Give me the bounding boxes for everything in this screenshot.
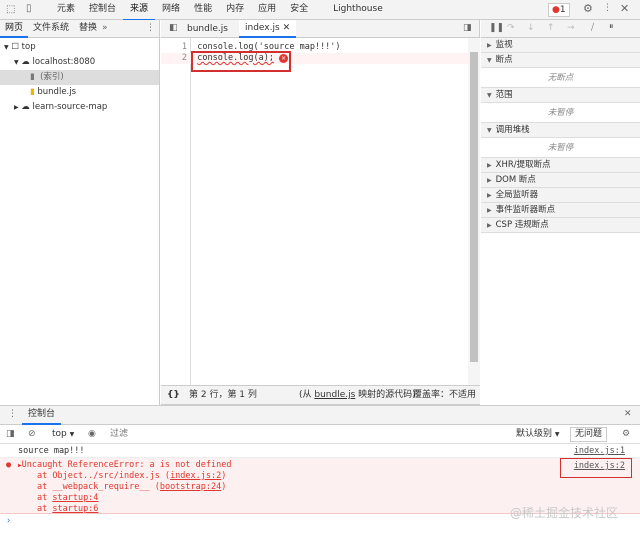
- navigator-panel: 网页 文件系统 替换» ⋮ ▼ ☐ top ▼ ☁ localhost:8080 ▮…: [0, 20, 160, 405]
- section-watch[interactable]: ▶ 监视: [481, 38, 640, 53]
- error-count: 1: [559, 5, 566, 15]
- console-settings-icon[interactable]: ⚙: [622, 425, 630, 443]
- settings-icon[interactable]: ⚙: [583, 2, 593, 15]
- section-scope[interactable]: ▼ 范围: [481, 88, 640, 103]
- tree-item-index[interactable]: ▮ (索引): [0, 70, 159, 85]
- tab-elements[interactable]: 元素: [50, 0, 82, 19]
- tab-console[interactable]: 控制台: [82, 0, 123, 19]
- source-map-link[interactable]: bundle.js: [314, 390, 355, 400]
- section-callstack[interactable]: ▼ 调用堆栈: [481, 123, 640, 138]
- error-icon: ●: [552, 5, 560, 15]
- tab-page[interactable]: 网页: [0, 20, 29, 38]
- close-icon[interactable]: ✕: [620, 2, 629, 15]
- more-tabs-icon[interactable]: »: [102, 23, 108, 33]
- error-count-badge[interactable]: ●1: [548, 3, 570, 17]
- tab-filesystem[interactable]: 文件系统: [28, 20, 74, 36]
- frame-icon: ☐: [11, 42, 19, 52]
- issues-button[interactable]: 无问题: [570, 427, 608, 442]
- section-global-listeners[interactable]: ▶ 全局监听器: [481, 188, 640, 203]
- section-dom-breakpoints[interactable]: ▶ DOM 断点: [481, 173, 640, 188]
- cloud-icon: ☁: [21, 102, 30, 112]
- step-out-icon[interactable]: ↑: [547, 23, 555, 33]
- tab-overrides[interactable]: 替换: [74, 20, 102, 36]
- stack-link[interactable]: index.js:2: [170, 471, 221, 481]
- filter-input[interactable]: [110, 427, 500, 441]
- pretty-print-icon[interactable]: {}: [167, 386, 180, 405]
- drawer-tabbar: ⋮ 控制台 ✕: [0, 405, 640, 425]
- tree-item-bundle[interactable]: ▮ bundle.js: [0, 85, 159, 100]
- section-csp-breakpoints[interactable]: ▶ CSP 违规断点: [481, 218, 640, 233]
- stack-link[interactable]: startup:4: [52, 493, 98, 503]
- section-breakpoints[interactable]: ▼ 断点: [481, 53, 640, 68]
- pause-icon[interactable]: ❚❚: [489, 23, 504, 33]
- error-icon: ●: [6, 460, 12, 470]
- console-toolbar: ◨ ⊘ top ▼ ◉ 默认级别 ▼ 无问题 ⚙: [0, 425, 640, 444]
- debugger-sidebar: ❚❚ ↷ ↓ ↑ → ⧸ ⏸ ▶ 监视 ▼ 断点 无断点 ▼ 范围 未暂停 ▼ 调用堆栈…: [481, 20, 640, 405]
- highlight-box: [191, 51, 291, 72]
- close-drawer-icon[interactable]: ✕: [624, 409, 632, 419]
- tab-memory[interactable]: 内存: [219, 0, 251, 19]
- toggle-navigator-icon[interactable]: ◧: [169, 23, 178, 33]
- js-file-icon: ▮: [30, 87, 35, 97]
- section-xhr-breakpoints[interactable]: ▶ XHR/提取断点: [481, 158, 640, 173]
- panel-tabs: 元素 控制台 来源 网络 性能 内存 应用 安全 Lighthouse: [50, 0, 390, 21]
- more-options-icon[interactable]: ⋮: [603, 3, 612, 13]
- more-options-icon[interactable]: ⋮: [146, 23, 155, 33]
- log-level-select[interactable]: 默认级别 ▼: [516, 425, 560, 444]
- devtools-toolbar: ⬚ ▯ 元素 控制台 来源 网络 性能 内存 应用 安全 Lighthouse ●1 ⚙ ⋮ ✕: [0, 0, 640, 21]
- editor-tab-bundle[interactable]: bundle.js: [187, 24, 228, 34]
- step-into-icon[interactable]: ↓: [527, 23, 535, 33]
- deactivate-breakpoints-icon[interactable]: ⧸: [591, 23, 594, 33]
- sidebar-toggle-icon[interactable]: ◨: [6, 425, 15, 443]
- console-log-message: source map!!! index.js:1: [0, 444, 640, 458]
- editor-status-bar: {} 第 2 行，第 1 列 (从 bundle.js 映射的源代码) 覆盖率：…: [161, 385, 480, 405]
- tab-security[interactable]: 安全: [283, 0, 315, 19]
- highlight-box: [560, 458, 632, 478]
- tab-network[interactable]: 网络: [155, 0, 187, 19]
- code-area[interactable]: 1 console.log('source map!!!') 2 console…: [161, 38, 468, 385]
- tree-item-top[interactable]: ▼ ☐ top: [0, 40, 159, 55]
- pause-on-exceptions-icon[interactable]: ⏸: [609, 22, 614, 32]
- toggle-debugger-icon[interactable]: ◨: [463, 23, 472, 33]
- tree-item-learn-source-map[interactable]: ▶ ☁ learn-source-map: [0, 100, 159, 115]
- file-icon: ▮: [30, 72, 35, 82]
- close-tab-icon[interactable]: ✕: [283, 23, 291, 33]
- drawer-menu-icon[interactable]: ⋮: [8, 409, 17, 419]
- inspect-element-icon[interactable]: ⬚: [6, 4, 15, 15]
- scrollbar[interactable]: [468, 38, 480, 385]
- watermark: @稀土掘金技术社区: [510, 506, 619, 520]
- device-toggle-icon[interactable]: ▯: [26, 3, 32, 14]
- tab-application[interactable]: 应用: [251, 0, 283, 19]
- editor-tab-index[interactable]: index.js ✕: [239, 20, 297, 38]
- step-over-icon[interactable]: ↷: [507, 23, 515, 33]
- editor-panel: ◧ bundle.js index.js ✕ ◨ 1 console.log('…: [161, 20, 480, 405]
- cloud-icon: ☁: [21, 57, 30, 67]
- tab-performance[interactable]: 性能: [187, 0, 219, 19]
- console-messages: source map!!! index.js:1 ● ▶Uncaught Ref…: [0, 444, 640, 534]
- drawer-tab-console[interactable]: 控制台: [22, 406, 62, 425]
- clear-console-icon[interactable]: ⊘: [28, 425, 36, 443]
- tab-sources[interactable]: 来源: [123, 0, 156, 21]
- tree-item-localhost[interactable]: ▼ ☁ localhost:8080: [0, 55, 159, 70]
- tab-lighthouse[interactable]: Lighthouse: [315, 0, 390, 19]
- stack-link[interactable]: startup:6: [52, 504, 98, 514]
- live-expression-icon[interactable]: ◉: [88, 425, 96, 443]
- source-link[interactable]: index.js:1: [574, 444, 625, 458]
- context-select[interactable]: top ▼: [52, 425, 74, 444]
- section-event-listener-breakpoints[interactable]: ▶ 事件监听器断点: [481, 203, 640, 218]
- stack-link[interactable]: bootstrap:24: [160, 482, 221, 492]
- step-icon[interactable]: →: [567, 23, 575, 33]
